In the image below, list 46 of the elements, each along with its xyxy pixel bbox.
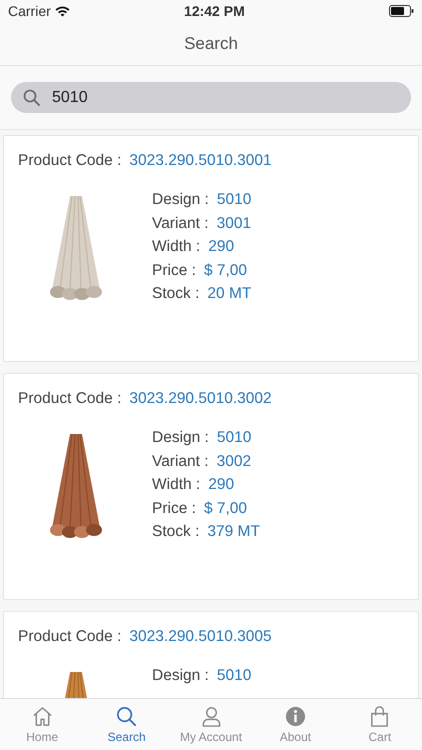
detail-value: 5010 [216,191,252,208]
product-code-label: Product Code : [18,390,122,407]
detail-value: 20 MT [207,285,252,302]
carrier-name: Carrier [8,2,51,20]
detail-value: 5010 [216,429,252,446]
battery-icon [388,5,414,17]
product-code: 3023.290.5010.3005 [129,628,272,645]
detail-value: 290 [208,476,234,494]
detail-label: Price : [152,500,196,517]
search-icon [115,705,138,728]
detail-value: 5010 [216,667,252,684]
tab-bar-item[interactable]: Cart [338,699,422,750]
detail-label: Stock : [152,285,200,302]
product-card[interactable]: Product Code : 3023.290.5010.3005 Design : 5010 [3,611,419,698]
tab-bar-item[interactable]: Home [0,699,84,750]
detail-label: Price : [152,262,196,279]
detail-value: $ 7,00 [204,500,248,517]
product-code-label: Product Code : [18,152,122,169]
detail-label: Stock : [152,523,200,540]
wifi-icon [54,6,70,16]
detail-value: $ 7,00 [204,262,248,279]
home-icon [30,705,54,728]
tab-bar-item[interactable]: Search [84,699,169,750]
detail-value: 290 [208,238,234,256]
product-card[interactable]: Product Code : 3023.290.5010.3001 Design : 5010 Variant : 3001 Width : 290 Price : $ 7,00 Stock : 20 MT [3,135,419,362]
search-field[interactable]: 5010 [11,82,411,113]
detail-label: Variant : [152,214,209,232]
status-time: 12:42 PM [184,2,245,20]
product-code-label: Product Code : [18,628,122,645]
tab-bar-item[interactable]: My Account [168,699,254,750]
detail-value: 3001 [216,214,252,232]
tab-bar-item[interactable]: About [253,699,338,750]
detail-label: Width : [152,476,200,494]
info-icon [284,705,307,728]
detail-value: 3002 [216,452,252,470]
page-title: Search [184,32,238,55]
detail-label: Width : [152,238,200,256]
detail-label: Design : [152,429,209,446]
product-card[interactable]: Product Code : 3023.290.5010.3002 Design : 5010 Variant : 3002 Width : 290 Price : $ 7,00 Stock : 379 MT [3,373,419,600]
detail-label: Variant : [152,452,209,470]
detail-label: Design : [152,191,209,208]
person-icon [200,705,223,728]
detail-label: Design : [152,667,209,684]
product-code: 3023.290.5010.3002 [129,390,272,407]
product-code: 3023.290.5010.3001 [129,152,272,169]
detail-value: 379 MT [207,523,260,540]
